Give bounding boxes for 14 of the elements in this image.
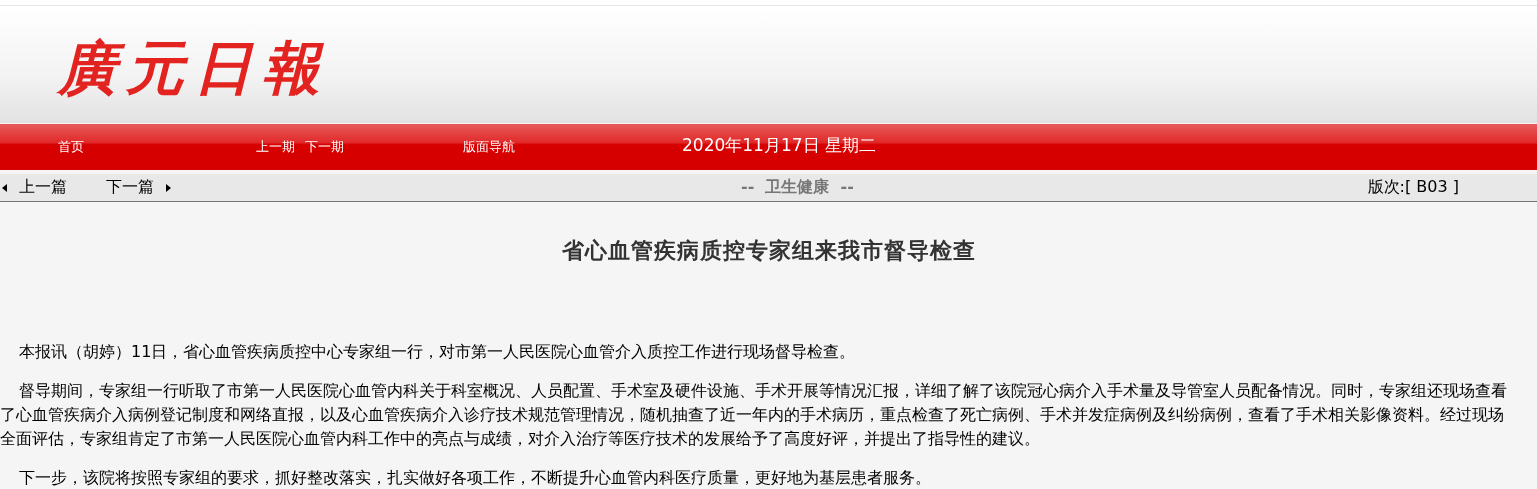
article-paragraph: 督导期间，专家组一行听取了市第一人民医院心血管内科关于科室概况、人员配置、手术室及硬件设施、手术开展等情况汇报，详细了解了该院冠心病介入手术量及导管室人员配备情况。同时，专家组还现场查看了心血管疾病介入病例登记制度和网络直报，以及心血管疾病介入诊疗技术规范管理情况，随机抽查了近一年内的手术病历，重点检查了死亡病例、手术并发症病例及纠纷病例，查看了手术相关影像资料。经过现场全面评估，专家组肯定了市第一人民医院心血管内科工作中的亮点与成绩，对介入治疗等医疗技术的发展给予了高度好评，并提出了指导性的建议。 [0, 380, 1508, 450]
article-paragraph: 下一步，该院将按照专家组的要求，抓好整改落实，扎实做好各项工作，不断提升心血管内科医疗质量，更好地为基层患者服务。 [18, 467, 932, 489]
article-title: 省心血管疾病质控专家组来我市督导检查 [560, 237, 977, 265]
article-paragraph: 本报讯（胡婷）11日，省心血管疾病质控中心专家组一行，对市第一人民医院心血管介入质控工作进行现场督导检查。 [18, 341, 857, 363]
issue-date: 2020年11月17日 星期二 [682, 133, 876, 157]
next-article-link[interactable]: 下一篇 [106, 177, 171, 198]
nav-link[interactable]: 下一期 [305, 138, 344, 156]
nav-link[interactable]: 版面导航 [463, 138, 515, 156]
previous-article-link[interactable]: 上一篇 [0, 177, 67, 198]
page-number: 版次:[ B03 ] [1367, 177, 1459, 198]
section-name: -- 卫生健康 -- [741, 177, 854, 198]
newspaper-logo[interactable]: 廣元日報 [58, 29, 330, 108]
nav-link[interactable]: 首页 [58, 138, 84, 156]
nav-link[interactable]: 上一期 [256, 138, 295, 156]
